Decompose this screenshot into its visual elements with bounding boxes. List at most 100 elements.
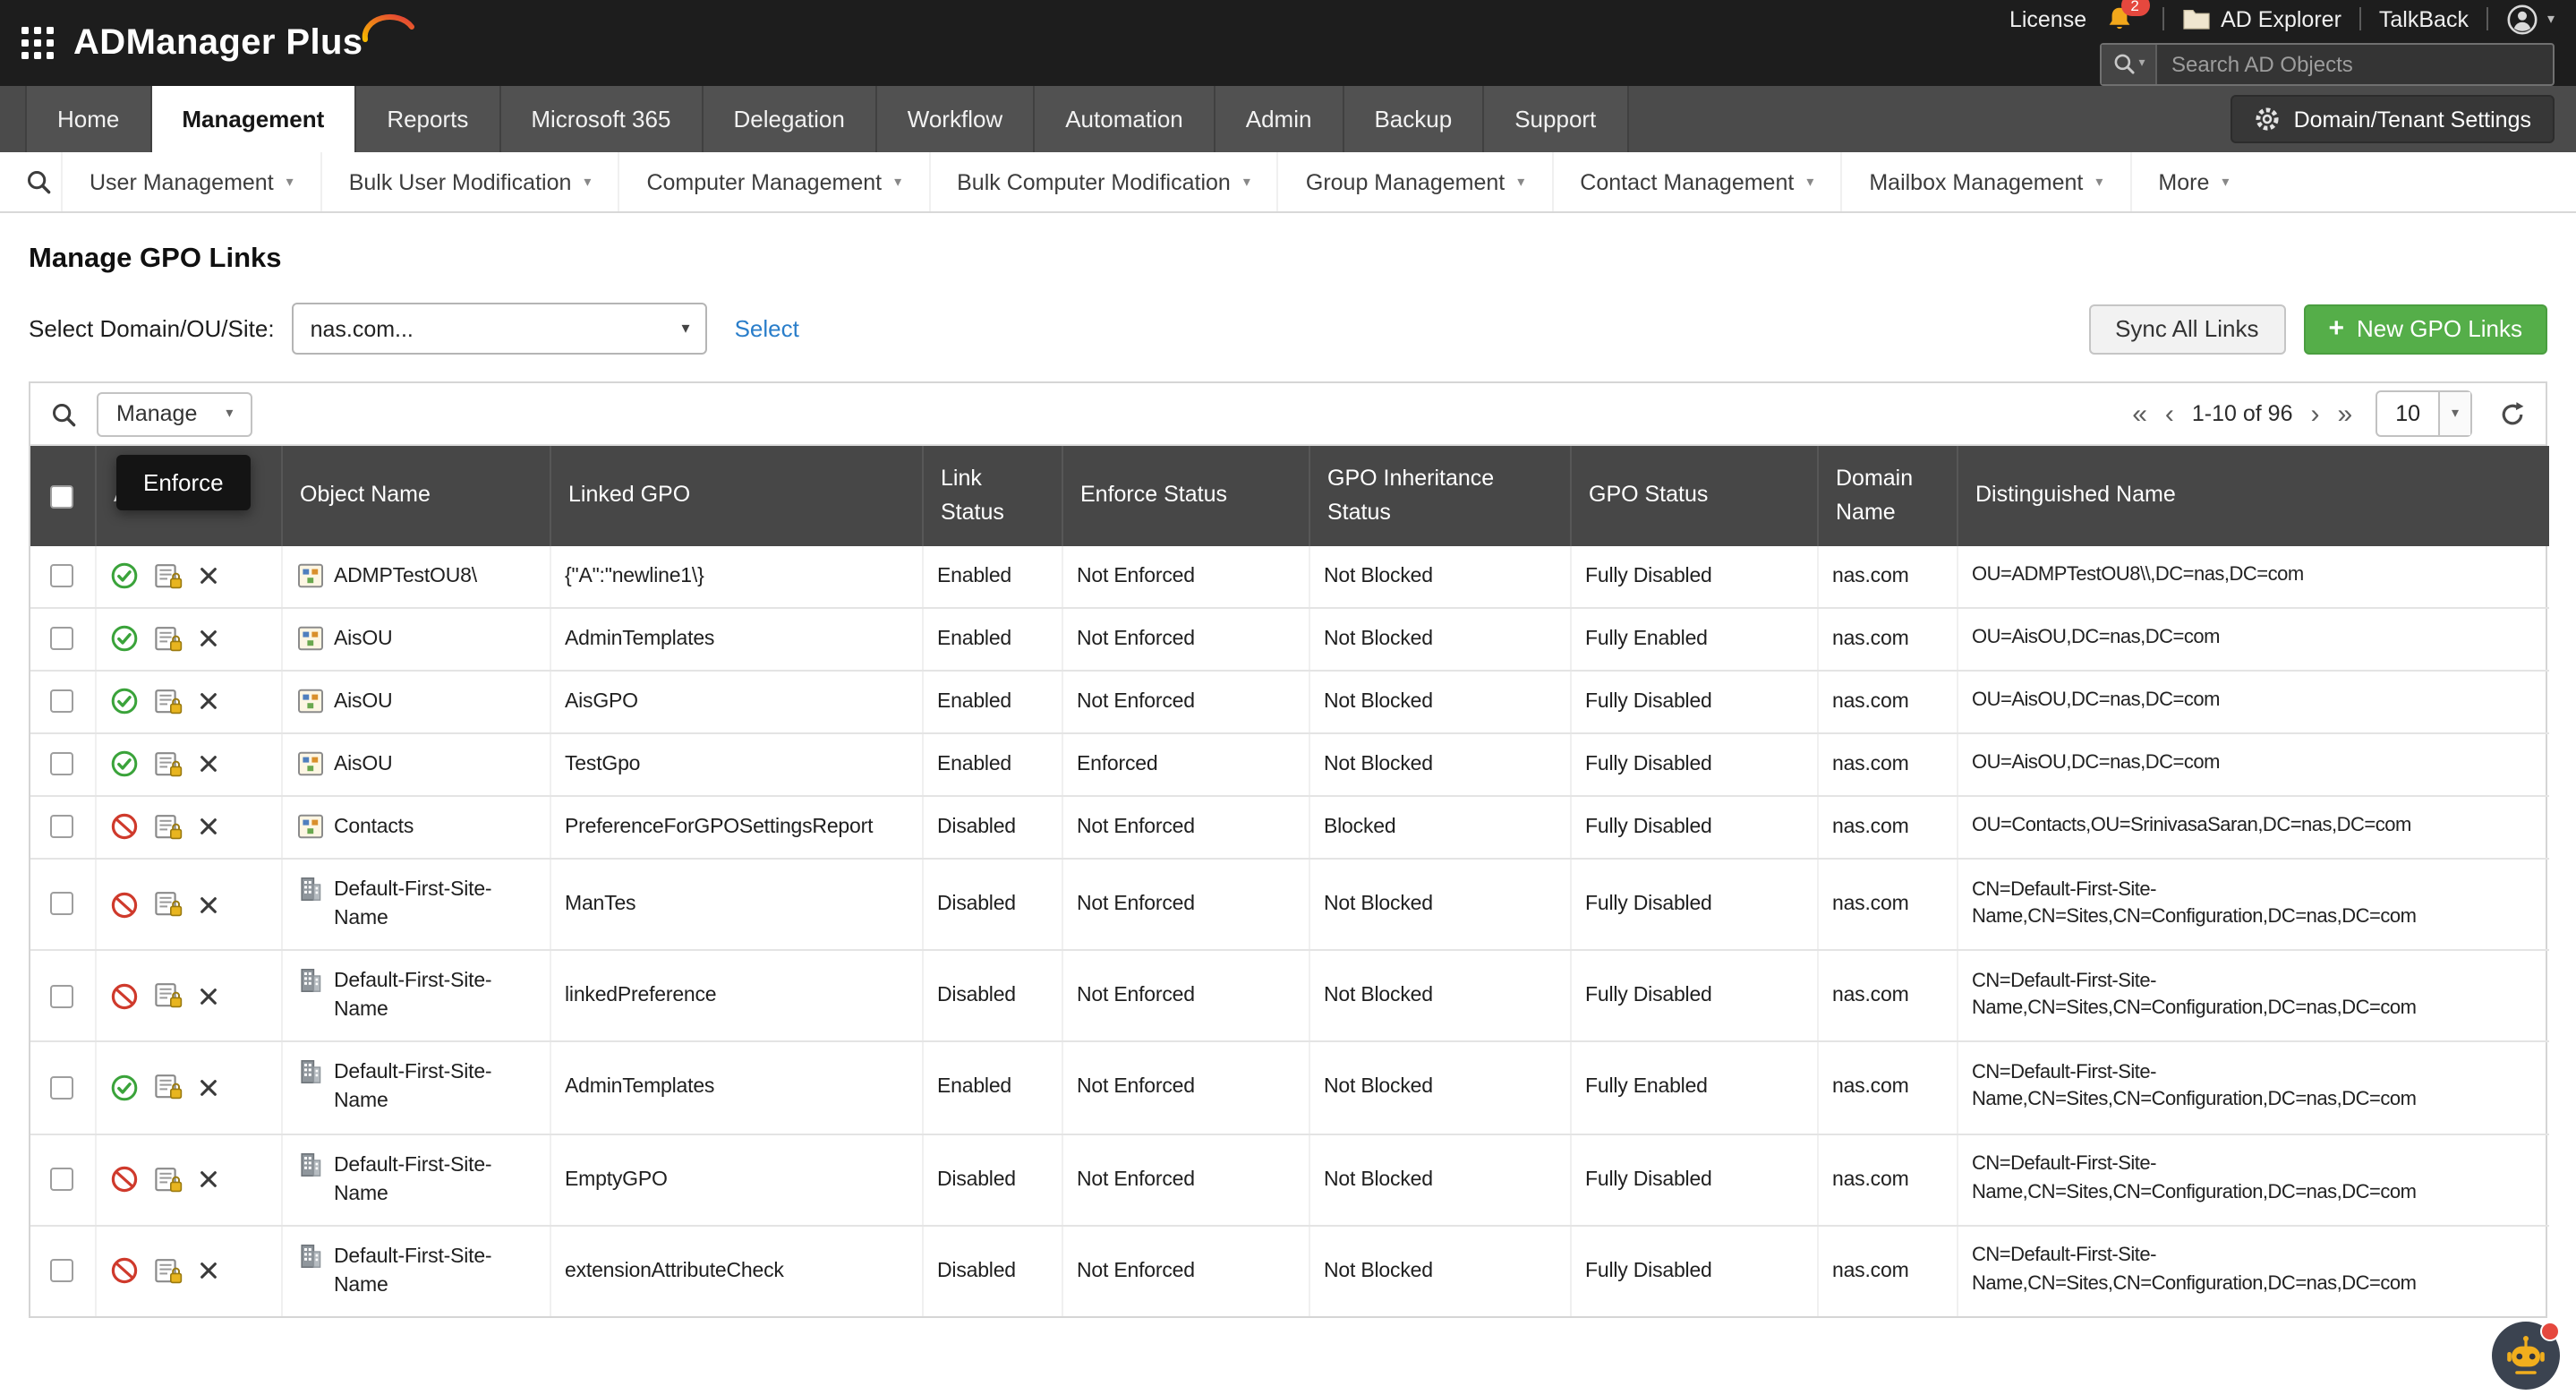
table-search-button[interactable] — [50, 400, 77, 427]
subnav-item-computer-management[interactable]: Computer Management ▾ — [618, 152, 928, 211]
column-header-object-name: Object Name — [281, 446, 550, 545]
delete-link-icon[interactable] — [198, 894, 218, 914]
ad-explorer-link[interactable]: AD Explorer — [2181, 6, 2341, 31]
ou-icon — [296, 687, 323, 714]
delete-link-icon[interactable] — [198, 1169, 218, 1189]
delete-link-icon[interactable] — [198, 566, 218, 586]
link-status-icon[interactable] — [110, 751, 137, 778]
delete-link-icon[interactable] — [198, 1078, 218, 1098]
search-scope-button[interactable]: ▾ — [2102, 44, 2157, 83]
tab-support[interactable]: Support — [1484, 86, 1629, 152]
gpo-status: Fully Enabled — [1570, 1041, 1818, 1135]
new-gpo-links-label: New GPO Links — [2357, 315, 2522, 342]
delete-link-icon[interactable] — [198, 817, 218, 837]
enforce-link-icon[interactable] — [153, 890, 182, 919]
linked-gpo: ManTes — [550, 858, 923, 952]
distinguished-name: CN=Default-First-Site-Name,CN=Sites,CN=C… — [1957, 858, 2549, 952]
delete-link-icon[interactable] — [198, 1262, 218, 1281]
link-status-icon[interactable] — [110, 625, 137, 652]
tab-delegation[interactable]: Delegation — [703, 86, 877, 152]
ou-icon — [296, 624, 323, 651]
app-launcher-icon[interactable] — [21, 27, 54, 59]
enforce-link-icon[interactable] — [153, 982, 182, 1011]
link-status: Enabled — [922, 670, 1062, 734]
search-icon — [53, 403, 76, 426]
row-checkbox[interactable] — [50, 1259, 74, 1283]
tab-home[interactable]: Home — [25, 86, 152, 152]
row-checkbox[interactable] — [50, 627, 74, 651]
row-checkbox[interactable] — [50, 752, 74, 776]
delete-link-icon[interactable] — [198, 691, 218, 711]
object-name: AisOU — [334, 753, 393, 775]
subnav-item-bulk-computer-modification[interactable]: Bulk Computer Modification ▾ — [928, 152, 1277, 211]
first-page-button[interactable]: « — [2132, 400, 2147, 427]
enforce-link-icon[interactable] — [153, 687, 182, 715]
select-all-checkbox[interactable] — [50, 484, 74, 509]
gpo-table-body: ADMPTestOU8\ {"A":"newline1\} Enabled No… — [30, 545, 2549, 1316]
table-row: Default-First-Site-Name extensionAttribu… — [30, 1225, 2549, 1316]
row-checkbox[interactable] — [50, 1075, 74, 1100]
tab-admin[interactable]: Admin — [1215, 86, 1344, 152]
user-menu-button[interactable]: ▾ — [2506, 3, 2555, 35]
link-status-icon[interactable] — [110, 814, 137, 841]
link-status-icon[interactable] — [110, 1258, 137, 1285]
row-checkbox[interactable] — [50, 892, 74, 916]
enforce-link-icon[interactable] — [153, 750, 182, 779]
ad-search-input[interactable] — [2157, 51, 2553, 76]
tab-workflow[interactable]: Workflow — [876, 86, 1036, 152]
linked-gpo: AisGPO — [550, 670, 923, 734]
domain-tenant-settings-button[interactable]: Domain/Tenant Settings — [2231, 95, 2555, 143]
tab-microsoft-365[interactable]: Microsoft 365 — [500, 86, 704, 152]
new-gpo-links-button[interactable]: + New GPO Links — [2303, 304, 2547, 354]
gpo-inheritance-status: Not Blocked — [1309, 545, 1571, 609]
refresh-button[interactable] — [2499, 400, 2526, 427]
object-name: Default-First-Site-Name — [334, 878, 492, 930]
subnav-item-group-management[interactable]: Group Management ▾ — [1276, 152, 1551, 211]
link-status-icon[interactable] — [110, 891, 137, 918]
tab-reports[interactable]: Reports — [356, 86, 501, 152]
enforce-link-icon[interactable] — [153, 813, 182, 842]
subnav-item-user-management[interactable]: User Management ▾ — [61, 152, 320, 211]
link-status-icon[interactable] — [110, 562, 137, 589]
talkback-link[interactable]: TalkBack — [2379, 6, 2469, 31]
subnav-item-mailbox-management[interactable]: Mailbox Management ▾ — [1840, 152, 2129, 211]
assistant-button[interactable] — [2490, 1320, 2562, 1391]
link-status-icon[interactable] — [110, 1166, 137, 1193]
prev-page-button[interactable]: ‹ — [2165, 400, 2174, 427]
notifications-button[interactable]: 2 — [2104, 0, 2150, 32]
tab-management[interactable]: Management — [151, 86, 357, 152]
subnav-item-bulk-user-modification[interactable]: Bulk User Modification ▾ — [320, 152, 618, 211]
delete-link-icon[interactable] — [198, 755, 218, 775]
row-checkbox[interactable] — [50, 689, 74, 714]
subnav-search-button[interactable] — [14, 168, 61, 195]
next-page-button[interactable]: › — [2311, 400, 2320, 427]
manage-dropdown[interactable]: Manage ▾ — [97, 391, 253, 436]
last-page-button[interactable]: » — [2338, 400, 2353, 427]
link-status-icon[interactable] — [110, 983, 137, 1010]
tab-backup[interactable]: Backup — [1343, 86, 1485, 152]
subnav-item-contact-management[interactable]: Contact Management ▾ — [1551, 152, 1840, 211]
enforce-link-icon[interactable] — [153, 1074, 182, 1102]
row-checkbox[interactable] — [50, 815, 74, 839]
tab-automation[interactable]: Automation — [1035, 86, 1215, 152]
row-checkbox[interactable] — [50, 1168, 74, 1192]
row-checkbox[interactable] — [50, 984, 74, 1008]
link-status-icon[interactable] — [110, 688, 137, 715]
delete-link-icon[interactable] — [198, 629, 218, 648]
enforce-link-icon[interactable] — [153, 561, 182, 590]
table-row: AisOU AdminTemplates Enabled Not Enforce… — [30, 607, 2549, 672]
enforce-link-icon[interactable] — [153, 1165, 182, 1194]
enforce-link-icon[interactable] — [153, 1257, 182, 1286]
link-status: Disabled — [922, 1225, 1062, 1316]
sync-all-links-button[interactable]: Sync All Links — [2088, 304, 2286, 354]
domain-select[interactable]: nas.com... ▾ — [292, 303, 708, 355]
license-link[interactable]: License — [2009, 6, 2086, 31]
page-size-select[interactable]: 10 ▾ — [2376, 390, 2472, 437]
enforce-link-icon[interactable] — [153, 624, 182, 653]
subnav-item-more[interactable]: More ▾ — [2129, 152, 2256, 211]
select-link[interactable]: Select — [735, 315, 799, 342]
delete-link-icon[interactable] — [198, 987, 218, 1006]
link-status-icon[interactable] — [110, 1074, 137, 1101]
row-checkbox[interactable] — [50, 563, 74, 587]
brand-swoosh-icon — [362, 13, 414, 41]
